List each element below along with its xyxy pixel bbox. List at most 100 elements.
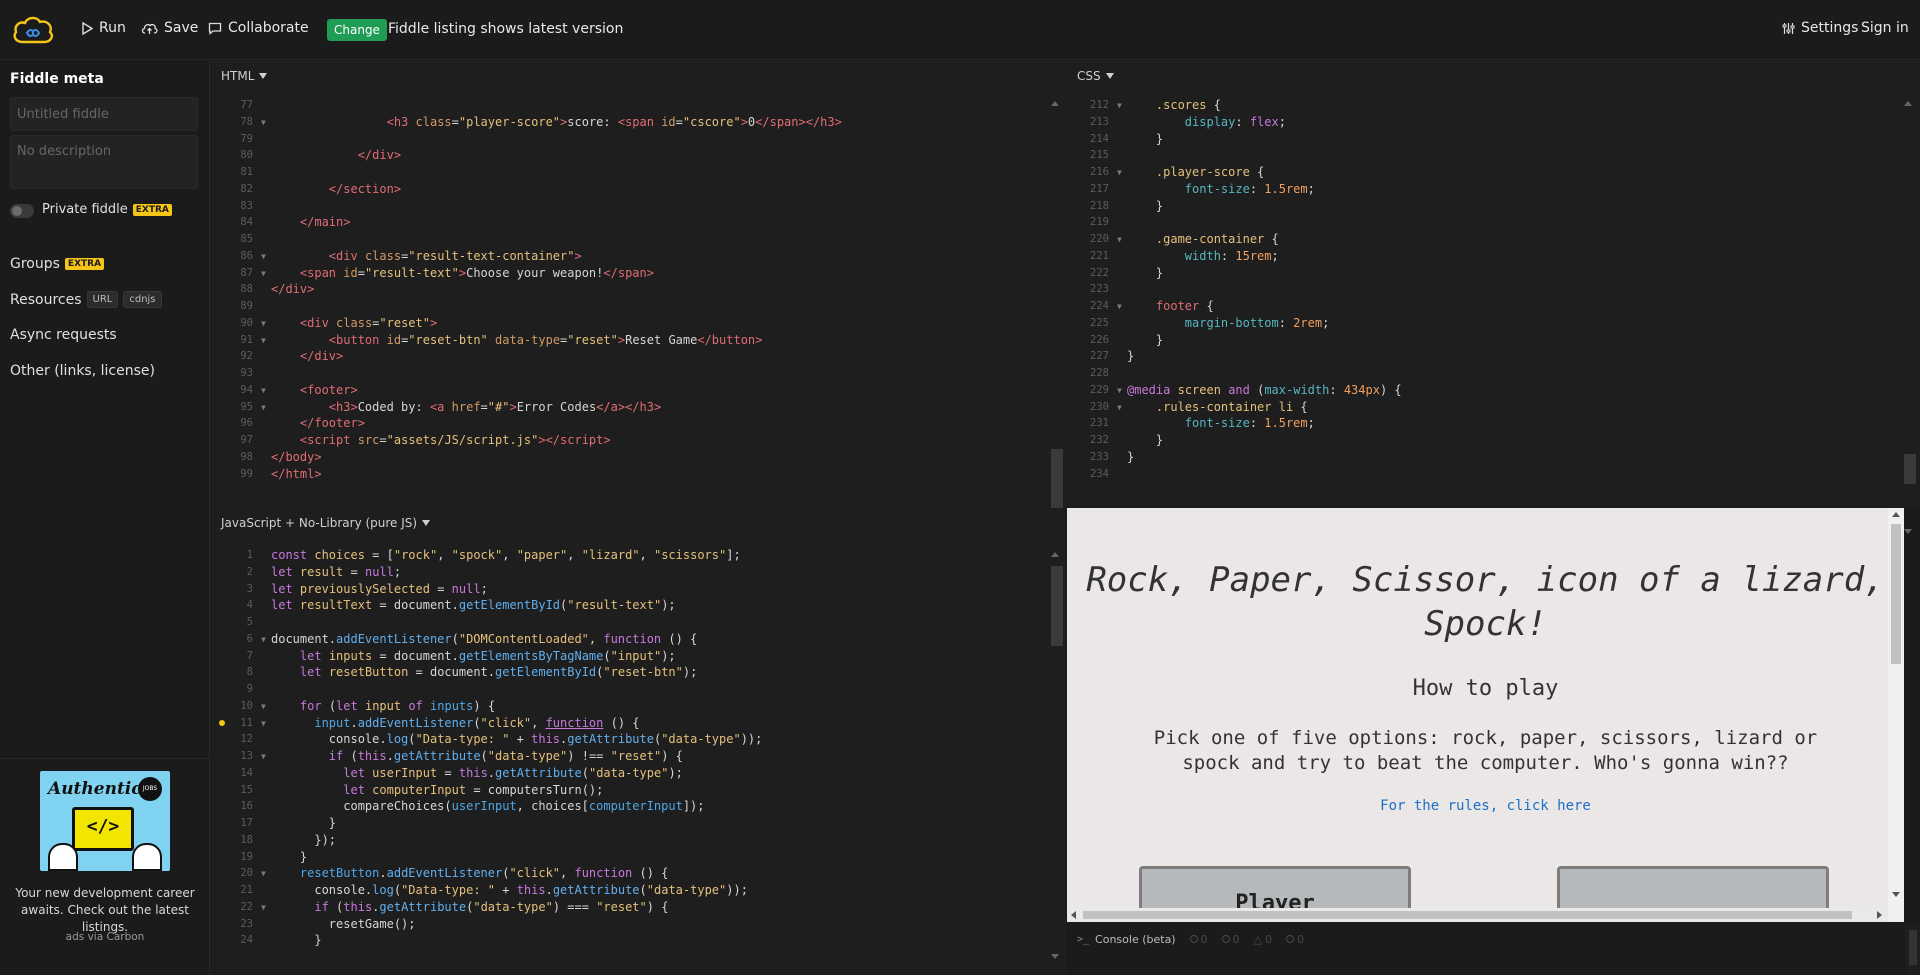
page-scrollbar[interactable] [1906,924,1920,975]
console-bar[interactable]: >_ Console (beta) 0 0 △ 0 0 [1067,924,1905,954]
line-number: 10 [240,699,253,712]
html-panel-header[interactable]: HTML [211,61,277,91]
css-code-line: } [1127,332,1164,347]
css-panel-header[interactable]: CSS [1067,61,1124,91]
html-code-line: <h3 class="player-score">score: <span id… [386,114,842,129]
css-panel-title: CSS [1077,69,1101,83]
settings-button[interactable]: Settings [1782,20,1858,36]
sidebar-divider [0,758,210,759]
sidebar-item-async-requests[interactable]: Async requests [10,327,117,343]
html-code-line: <div class="reset"> [299,315,438,330]
css-panel: CSS 212 ▼ .scores {213 display: flex; 214 … [1067,61,1920,534]
line-number: 6 [246,632,253,645]
run-button[interactable]: Run [82,20,126,36]
jsfiddle-logo-icon[interactable] [10,12,56,48]
fold-toggle-icon[interactable]: ▼ [1117,168,1122,177]
carbon-ad-image[interactable]: Authentic JOBS </> [40,771,170,871]
console-log-count: 0 [1189,933,1208,946]
console-info-count: 0 [1221,933,1240,946]
lint-warning-icon[interactable] [219,719,225,726]
ad-brand-text: Authentic [48,779,142,799]
css-code-line: } [1127,349,1135,364]
url-chip[interactable]: URL [86,291,119,308]
line-number: 19 [240,850,253,863]
html-editor-scrollbar[interactable] [1049,97,1063,538]
css-editor[interactable]: 212 ▼ .scores {213 display: flex; 214 } 215… [1067,98,1897,498]
javascript-editor[interactable]: 1 const choices = ["rock", "spock", "pape… [211,548,1041,968]
fold-toggle-icon[interactable]: ▼ [261,336,266,345]
fold-toggle-icon[interactable]: ▼ [261,252,266,261]
sidebar-title: Fiddle meta [10,71,104,87]
javascript-code-line: let inputs = document.getElementsByTagNa… [299,648,676,663]
scrollbar-thumb[interactable] [1051,566,1063,646]
fold-toggle-icon[interactable]: ▼ [261,869,266,878]
result-horizontal-scrollbar[interactable] [1067,908,1888,922]
css-code-line: .scores { [1155,98,1221,112]
fiddle-description-input[interactable]: No description [10,135,198,189]
html-code-line: </html> [271,466,322,481]
line-number: 79 [240,132,253,145]
html-code-line: </main> [299,215,351,230]
fold-toggle-icon[interactable]: ▼ [1117,386,1122,395]
scroll-up-icon [1051,101,1059,106]
javascript-panel-header[interactable]: JavaScript + No-Library (pure JS) [211,508,440,538]
change-badge[interactable]: Change [327,19,387,41]
fold-toggle-icon[interactable]: ▼ [261,719,266,728]
save-button[interactable]: Save [141,20,198,36]
scrollbar-thumb[interactable] [1891,524,1901,664]
fold-toggle-icon[interactable]: ▼ [1117,302,1122,311]
css-code-line: } [1127,433,1164,447]
line-number: 89 [240,300,253,312]
run-label: Run [99,20,126,36]
css-code-line: margin-bottom: 2rem; [1184,315,1330,330]
fold-toggle-icon[interactable]: ▼ [261,403,266,412]
fold-toggle-icon[interactable]: ▼ [1117,403,1122,412]
fold-toggle-icon[interactable]: ▼ [261,118,266,127]
fold-toggle-icon[interactable]: ▼ [261,269,266,278]
fold-toggle-icon[interactable]: ▼ [261,635,266,644]
collaborate-button[interactable]: Collaborate [208,20,309,36]
fold-toggle-icon[interactable]: ▼ [261,319,266,328]
cdnjs-chip[interactable]: cdnjs [123,291,162,308]
fold-toggle-icon[interactable]: ▼ [261,752,266,761]
fold-toggle-icon[interactable]: ▼ [261,903,266,912]
private-fiddle-toggle[interactable] [10,204,34,218]
fiddle-name-input[interactable]: Untitled fiddle [10,97,198,131]
sign-in-button[interactable]: Sign in [1861,20,1909,36]
info-icon [1221,935,1230,943]
line-number: 24 [240,934,253,947]
scrollbar-thumb[interactable] [1909,930,1917,965]
line-number: 4 [246,599,253,612]
ad-text[interactable]: Your new development career awaits. Chec… [6,885,204,936]
line-number: 218 [1090,199,1109,212]
rules-link[interactable]: For the rules, click here [1067,798,1904,814]
fold-toggle-icon[interactable]: ▼ [1117,235,1122,244]
scrollbar-thumb[interactable] [1083,911,1852,919]
line-number: 213 [1090,115,1109,128]
chevron-down-icon [1105,73,1114,79]
line-number: 88 [240,283,253,296]
sidebar-item-other[interactable]: Other (links, license) [10,363,155,379]
line-number: 234 [1090,467,1109,480]
html-code-line: <script src="assets/JS/script.js"></scri… [299,433,611,447]
javascript-editor-scrollbar[interactable] [1049,548,1063,968]
console-label: Console (beta) [1095,932,1176,946]
ads-via-carbon-link[interactable]: ads via Carbon [0,931,210,943]
game-description: Pick one of five options: rock, paper, s… [1153,727,1818,774]
line-number: 82 [240,182,253,195]
sidebar-item-groups[interactable]: Groups EXTRA [10,256,105,272]
scrollbar-thumb[interactable] [1904,454,1916,484]
sidebar-item-resources[interactable]: Resources URL cdnjs [10,291,162,308]
fold-toggle-icon[interactable]: ▼ [261,386,266,395]
css-code-line: font-size: 1.5rem; [1184,181,1315,196]
fold-toggle-icon[interactable]: ▼ [261,702,266,711]
css-editor-scrollbar[interactable] [1902,97,1916,534]
fold-toggle-icon[interactable]: ▼ [1117,101,1122,110]
javascript-code-line: compareChoices(userInput, choices[comput… [271,799,705,814]
javascript-code-line: } [271,849,308,864]
hand-left-icon [48,843,78,871]
result-preview[interactable]: Rock, Paper, Scissor, icon of a lizard, … [1067,508,1904,908]
result-vertical-scrollbar[interactable] [1888,508,1904,922]
html-editor[interactable]: 77 78 ▼ <h3 class="player-score">score: <s… [211,98,1041,498]
line-number: 5 [246,616,253,628]
